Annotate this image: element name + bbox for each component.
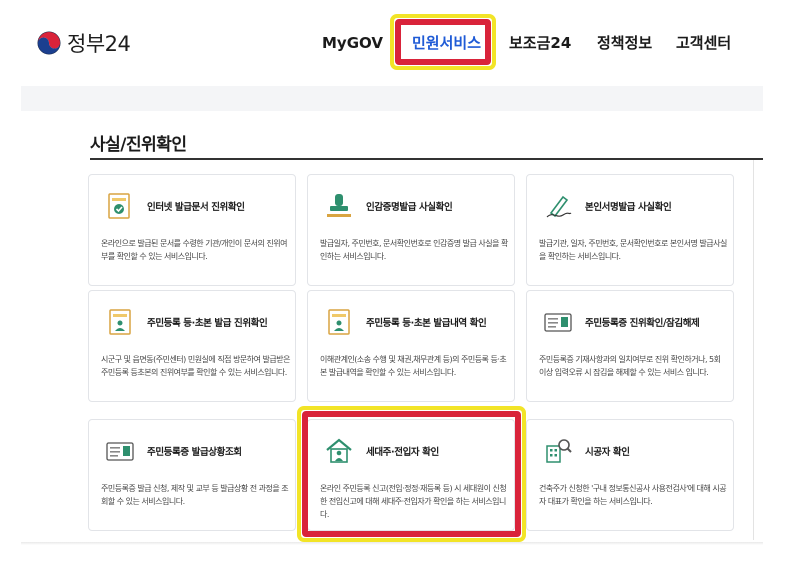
card-title: 주민등록증 발급상황조회 [147, 447, 242, 458]
service-card-constructor-confirm[interactable]: 시공자 확인 건축주가 신청한 '구내 정보통신공사 사용전검사'에 대해 시공… [526, 419, 734, 531]
card-description: 주민등록증 발급 신청, 제작 및 교부 등 발급상황 전 과정을 조회할 수 … [101, 484, 289, 506]
service-card-signature-verify[interactable]: 본인서명발급 사실확인 발급기관, 일자, 주민번호, 문서확인번호로 본인서명… [526, 174, 734, 286]
bottom-shadow [21, 542, 763, 545]
service-card-id-card-status[interactable]: 주민등록증 발급상황조회 주민등록증 발급 신청, 제작 및 교부 등 발급상황… [88, 419, 296, 531]
signature-pen-icon [546, 195, 572, 218]
card-description: 시군구 및 읍면동(주민센터) 민원실에 직접 방문하여 발급받은 주민등록 등… [101, 355, 291, 377]
service-card-internet-doc-verify[interactable]: 인터넷 발급문서 진위확인 온라인으로 발급된 문서를 수령한 기관/개인이 문… [88, 174, 296, 286]
service-card-id-card-verify[interactable]: 주민등록증 진위확인/잠김해제 주민등록증 기재사항과의 일치여부로 진위 확인… [526, 290, 734, 402]
card-title: 인감증명발급 사실확인 [366, 202, 453, 213]
nav-item-policy-info[interactable]: 정책정보 [597, 28, 652, 58]
nav-highlight-box [390, 14, 496, 70]
resident-doc-history-icon [328, 309, 350, 335]
taegeuk-logo-icon [37, 31, 61, 55]
id-card-status-icon [106, 442, 134, 461]
nav-item-subsidy24[interactable]: 보조금24 [509, 28, 571, 58]
card-title: 본인서명발급 사실확인 [585, 202, 672, 213]
card-description: 발급일자, 주민번호, 문서확인번호로 인감증명 발급 사실을 확인하는 서비스… [320, 239, 508, 261]
building-search-icon [546, 439, 572, 463]
resident-doc-icon [109, 309, 131, 335]
card-title: 주민등록증 진위확인/잠김해제 [585, 318, 700, 329]
card-title: 주민등록 등·초본 발급내역 확인 [366, 318, 487, 329]
content-right-border [753, 160, 754, 540]
section-title: 사실/진위확인 [90, 135, 187, 155]
nav-item-customer-center[interactable]: 고객센터 [676, 28, 731, 58]
site-logo[interactable]: 정부24 [37, 28, 131, 58]
document-check-icon [108, 193, 130, 219]
gray-band [21, 86, 763, 111]
service-card-resident-doc-history[interactable]: 주민등록 등·초본 발급내역 확인 이해관계인(소송 수행 및 채권,채무관계 … [307, 290, 515, 402]
card-description: 이해관계인(소송 수행 및 채권,채무관계 등)의 주민등록 등·초본 발급내역… [320, 355, 507, 377]
id-card-icon [544, 313, 572, 332]
card-title: 인터넷 발급문서 진위확인 [147, 202, 245, 213]
service-card-seal-cert-verify[interactable]: 인감증명발급 사실확인 발급일자, 주민번호, 문서확인번호로 인감증명 발급 … [307, 174, 515, 286]
card-title: 시공자 확인 [585, 447, 630, 458]
card-highlight-box [297, 406, 526, 542]
card-description: 주민등록증 기재사항과의 일치여부로 진위 확인하거나, 5회 이상 입력오류 … [539, 355, 721, 377]
card-description: 건축주가 신청한 '구내 정보통신공사 사용전검사'에 대해 시공자 대표가 확… [539, 484, 727, 506]
logo-text: 정부24 [67, 32, 131, 56]
seal-stamp-icon [327, 194, 351, 217]
card-description: 발급기관, 일자, 주민번호, 문서확인번호로 본인서명 발급사실을 확인하는 … [539, 239, 727, 261]
card-description: 온라인으로 발급된 문서를 수령한 기관/개인이 문서의 진위여부를 확인할 수… [101, 239, 287, 261]
service-card-resident-doc-verify[interactable]: 주민등록 등·초본 발급 진위확인 시군구 및 읍면동(주민센터) 민원실에 직… [88, 290, 296, 402]
card-title: 주민등록 등·초본 발급 진위확인 [147, 318, 268, 329]
nav-item-mygov[interactable]: MyGOV [322, 28, 383, 58]
section-title-divider [90, 158, 763, 160]
